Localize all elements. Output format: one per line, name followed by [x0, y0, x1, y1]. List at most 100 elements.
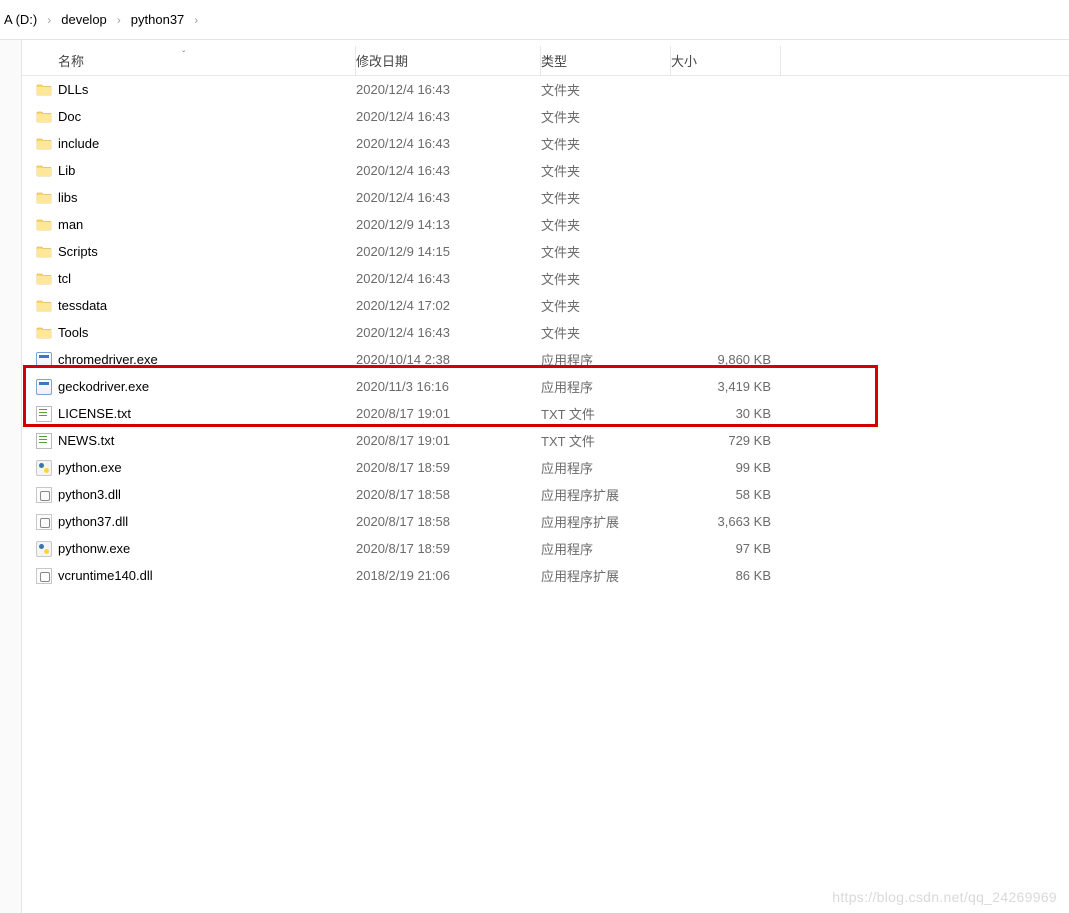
file-name: chromedriver.exe	[58, 352, 158, 367]
file-type: 应用程序扩展	[541, 515, 619, 530]
breadcrumb-item-python37[interactable]: python37	[127, 12, 189, 27]
file-date: 2020/8/17 19:01	[356, 433, 450, 448]
python-icon	[36, 460, 52, 476]
file-row[interactable]: LICENSE.txt2020/8/17 19:01TXT 文件30 KB	[22, 400, 1069, 427]
file-date: 2020/12/4 16:43	[356, 82, 450, 97]
file-row[interactable]: Scripts 2020/12/9 14:15 文件夹	[22, 238, 1069, 265]
file-size: 97 KB	[736, 541, 771, 556]
column-header-size[interactable]: 大小	[671, 46, 781, 75]
file-type: 文件夹	[541, 137, 580, 152]
file-row[interactable]: python3.dll2020/8/17 18:58应用程序扩展58 KB	[22, 481, 1069, 508]
file-row[interactable]: man2020/12/9 14:13文件夹	[22, 211, 1069, 238]
file-size: 58 KB	[736, 487, 771, 502]
file-name: Doc	[58, 109, 81, 124]
folder-icon	[36, 82, 52, 98]
text-file-icon	[36, 406, 52, 422]
folder-icon	[36, 217, 52, 233]
file-date: 2020/12/4 16:43	[356, 271, 450, 286]
file-date: 2020/10/14 2:38	[356, 352, 450, 367]
file-name: man	[58, 217, 83, 232]
file-size: 30 KB	[736, 406, 771, 421]
file-type: 文件夹	[541, 83, 580, 98]
file-date: 2020/8/17 19:01	[356, 406, 450, 421]
column-header-name[interactable]: 名称	[36, 46, 356, 75]
folder-icon	[36, 136, 52, 152]
file-date: 2020/12/4 16:43	[356, 109, 450, 124]
file-name: tessdata	[58, 298, 107, 313]
file-row[interactable]: include 2020/12/4 16:43 文件夹	[22, 130, 1069, 157]
sort-indicator-icon: ˇ	[182, 50, 185, 61]
file-type: 应用程序扩展	[541, 488, 619, 503]
file-name: libs	[58, 190, 78, 205]
file-type: 文件夹	[541, 191, 580, 206]
file-date: 2020/12/9 14:15	[356, 244, 450, 259]
file-date: 2020/8/17 18:58	[356, 514, 450, 529]
file-row[interactable]: tcl2020/12/4 16:43文件夹	[22, 265, 1069, 292]
file-type: 文件夹	[541, 299, 580, 314]
file-size: 9,860 KB	[718, 352, 772, 367]
file-name: Lib	[58, 163, 75, 178]
file-date: 2020/12/4 16:43	[356, 325, 450, 340]
file-name: Scripts	[58, 244, 98, 259]
file-row[interactable]: pythonw.exe2020/8/17 18:59应用程序97 KB	[22, 535, 1069, 562]
file-name: Tools	[58, 325, 88, 340]
file-name: pythonw.exe	[58, 541, 130, 556]
file-row[interactable]: Tools 2020/12/4 16:43 文件夹	[22, 319, 1069, 346]
watermark-text: https://blog.csdn.net/qq_24269969	[832, 889, 1057, 905]
file-date: 2020/8/17 18:59	[356, 460, 450, 475]
file-name: tcl	[58, 271, 71, 286]
file-date: 2020/8/17 18:59	[356, 541, 450, 556]
file-date: 2020/11/3 16:16	[356, 379, 449, 394]
nav-pane-edge	[0, 40, 22, 913]
file-type: TXT 文件	[541, 434, 595, 449]
file-row[interactable]: NEWS.txt2020/8/17 19:01TXT 文件729 KB	[22, 427, 1069, 454]
file-type: 应用程序	[541, 353, 593, 368]
file-size: 3,419 KB	[718, 379, 772, 394]
file-date: 2020/12/4 16:43	[356, 136, 450, 151]
application-icon	[36, 379, 52, 395]
file-row[interactable]: tessdata 2020/12/4 17:02 文件夹	[22, 292, 1069, 319]
breadcrumb-drive[interactable]: A (D:)	[0, 12, 41, 27]
breadcrumb-item-develop[interactable]: develop	[57, 12, 111, 27]
file-date: 2018/2/19 21:06	[356, 568, 450, 583]
file-date: 2020/12/4 16:43	[356, 163, 450, 178]
file-size: 3,663 KB	[718, 514, 772, 529]
breadcrumb[interactable]: A (D:) › develop › python37 ›	[0, 0, 1069, 40]
file-type: 应用程序	[541, 461, 593, 476]
folder-icon	[36, 271, 52, 287]
file-type: 文件夹	[541, 164, 580, 179]
application-icon	[36, 352, 52, 368]
folder-icon	[36, 244, 52, 260]
file-row[interactable]: Doc 2020/12/4 16:43 文件夹	[22, 103, 1069, 130]
chevron-right-icon: ›	[41, 13, 57, 27]
file-row[interactable]: python.exe 2020/8/17 18:59 应用程序 99 KB	[22, 454, 1069, 481]
file-size: 729 KB	[728, 433, 771, 448]
file-name: DLLs	[58, 82, 88, 97]
file-row[interactable]: vcruntime140.dll2018/2/19 21:06应用程序扩展86 …	[22, 562, 1069, 589]
file-type: 文件夹	[541, 110, 580, 125]
file-size: 99 KB	[736, 460, 771, 475]
file-name: include	[58, 136, 99, 151]
chevron-right-icon: ›	[111, 13, 127, 27]
folder-icon	[36, 325, 52, 341]
file-row[interactable]: libs 2020/12/4 16:43 文件夹	[22, 184, 1069, 211]
file-date: 2020/12/4 16:43	[356, 190, 450, 205]
file-date: 2020/12/4 17:02	[356, 298, 450, 313]
folder-icon	[36, 190, 52, 206]
folder-icon	[36, 298, 52, 314]
file-row[interactable]: Lib 2020/12/4 16:43 文件夹	[22, 157, 1069, 184]
file-row[interactable]: geckodriver.exe2020/11/3 16:16应用程序3,419 …	[22, 373, 1069, 400]
file-type: 文件夹	[541, 245, 580, 260]
file-type: 文件夹	[541, 326, 580, 341]
column-header-row: ˇ 名称 修改日期 类型 大小	[22, 46, 1069, 76]
file-name: python.exe	[58, 460, 122, 475]
file-row[interactable]: chromedriver.exe 2020/10/14 2:38 应用程序 9,860…	[22, 346, 1069, 373]
file-date: 2020/8/17 18:58	[356, 487, 450, 502]
folder-icon	[36, 163, 52, 179]
column-header-date[interactable]: 修改日期	[356, 46, 541, 75]
column-header-type[interactable]: 类型	[541, 46, 671, 75]
dll-icon	[36, 487, 52, 503]
file-row[interactable]: DLLs 2020/12/4 16:43 文件夹	[22, 76, 1069, 103]
chevron-right-icon: ›	[188, 13, 204, 27]
file-row[interactable]: python37.dll2020/8/17 18:58应用程序扩展3,663 K…	[22, 508, 1069, 535]
